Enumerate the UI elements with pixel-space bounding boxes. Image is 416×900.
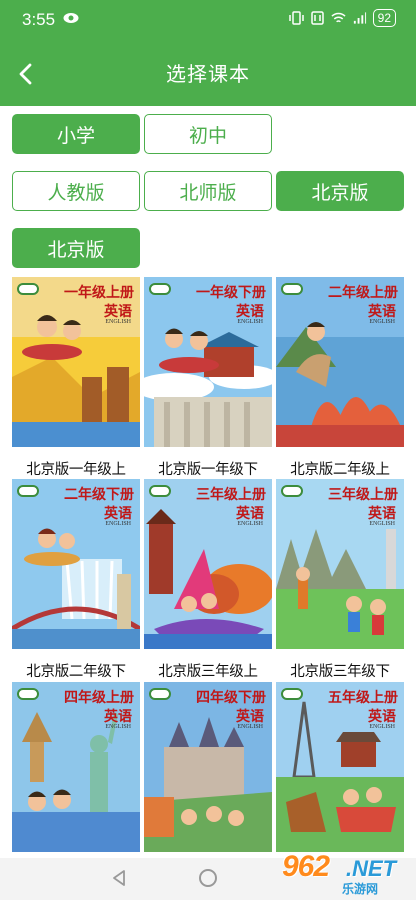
cover-subject: 英语 [236, 506, 264, 522]
book-card[interactable]: 三年级上册 英语 ENGLISH 北京版三年级上 [144, 479, 272, 681]
tab-edition-beijing[interactable]: 北京版 [276, 171, 404, 211]
cover-english: ENGLISH [237, 724, 263, 730]
publisher-logo [281, 283, 303, 295]
book-card[interactable]: 五年级上册 英语 ENGLISH [276, 682, 404, 852]
tab-primary-school[interactable]: 小学 [12, 114, 140, 154]
cover-subject: 英语 [368, 304, 396, 320]
book-label[interactable]: 北京版二年级上 [276, 458, 404, 479]
book-cover[interactable]: 五年级上册 英语 ENGLISH [276, 682, 404, 852]
page-title: 选择课本 [166, 62, 250, 86]
book-card[interactable]: 二年级上册 英语 ENGLISH 北京版二年级上 [276, 277, 404, 479]
cover-english: ENGLISH [105, 319, 131, 325]
cover-title: 一年级下册 [196, 285, 266, 301]
cover-title: 五年级上册 [328, 690, 398, 706]
cover-subject: 英语 [368, 709, 396, 725]
nav-home-icon[interactable] [199, 869, 217, 887]
book-card[interactable]: 一年级下册 英语 ENGLISH 北京版一年级下 [144, 277, 272, 479]
wifi-icon [331, 12, 346, 23]
book-card[interactable]: 一年级上册 英语 ENGLISH 北京版一年级上 [12, 277, 140, 479]
cover-title: 三年级上册 [328, 487, 398, 503]
cover-subject: 英语 [236, 709, 264, 725]
cover-english: ENGLISH [369, 521, 395, 527]
book-cover[interactable]: 一年级上册 英语 ENGLISH [12, 277, 140, 447]
watermark-net: .NET [346, 856, 397, 881]
cover-english: ENGLISH [237, 521, 263, 527]
publisher-logo [149, 283, 171, 295]
publisher-logo [17, 688, 39, 700]
cover-title: 二年级上册 [328, 285, 398, 301]
watermark-number: 962 [282, 850, 330, 883]
book-cover[interactable]: 三年级上册 英语 ENGLISH [144, 479, 272, 649]
status-icons: 92 [288, 9, 396, 27]
cover-subject: 英语 [368, 506, 396, 522]
battery-indicator: 92 [372, 9, 396, 27]
signal-icon [353, 12, 366, 24]
cover-title: 四年级上册 [64, 690, 134, 706]
book-label[interactable]: 北京版一年级下 [144, 458, 272, 479]
book-cover[interactable]: 一年级下册 英语 ENGLISH [144, 277, 272, 447]
cover-english: ENGLISH [105, 724, 131, 730]
book-cover[interactable]: 二年级上册 英语 ENGLISH [276, 277, 404, 447]
book-label[interactable]: 北京版二年级下 [12, 660, 140, 681]
main-content: 小学 初中 人教版 北师版 北京版 北京版 一年级上册 英语 ENGLISH 北… [0, 106, 416, 858]
publisher-logo [17, 485, 39, 497]
nfc-icon [310, 11, 324, 25]
sub-edition-beijing[interactable]: 北京版 [12, 228, 140, 268]
watermark-logo: 962 .NET 乐游网 [282, 850, 410, 898]
book-cover[interactable]: 四年级上册 英语 ENGLISH [12, 682, 140, 852]
cover-title: 四年级下册 [196, 690, 266, 706]
book-card[interactable]: 二年级下册 英语 ENGLISH 北京版二年级下 [12, 479, 140, 681]
book-card[interactable]: 四年级上册 英语 ENGLISH [12, 682, 140, 852]
cover-title: 二年级下册 [64, 487, 134, 503]
cover-subject: 英语 [104, 506, 132, 522]
tab-junior-high[interactable]: 初中 [144, 114, 272, 154]
book-label[interactable]: 北京版三年级上 [144, 660, 272, 681]
vibrate-icon [288, 11, 304, 25]
tab-edition-bnu[interactable]: 北师版 [144, 171, 272, 211]
cover-subject: 英语 [104, 304, 132, 320]
publisher-logo [17, 283, 39, 295]
app-header: 3:55 92 选择课本 [0, 0, 416, 106]
book-cover[interactable]: 四年级下册 英语 ENGLISH [144, 682, 272, 852]
publisher-logo [281, 485, 303, 497]
cover-title: 三年级上册 [196, 487, 266, 503]
book-card[interactable]: 四年级下册 英语 ENGLISH [144, 682, 272, 852]
publisher-logo [149, 688, 171, 700]
watermark-site: 乐游网 [342, 882, 379, 896]
book-label[interactable]: 北京版三年级下 [276, 660, 404, 681]
cover-english: ENGLISH [369, 724, 395, 730]
cover-english: ENGLISH [369, 319, 395, 325]
book-card[interactable]: 三年级上册 英语 ENGLISH 北京版三年级下 [276, 479, 404, 681]
cover-subject: 英语 [236, 304, 264, 320]
publisher-logo [149, 485, 171, 497]
cover-subject: 英语 [104, 709, 132, 725]
cover-english: ENGLISH [105, 521, 131, 527]
book-cover[interactable]: 二年级下册 英语 ENGLISH [12, 479, 140, 649]
status-time: 3:55 [22, 10, 56, 29]
status-bar: 3:55 92 [0, 0, 416, 40]
book-cover[interactable]: 三年级上册 英语 ENGLISH [276, 479, 404, 649]
cover-english: ENGLISH [237, 319, 263, 325]
book-label[interactable]: 北京版一年级上 [12, 458, 140, 479]
cover-title: 一年级上册 [64, 285, 134, 301]
eye-icon [63, 13, 79, 23]
publisher-logo [281, 688, 303, 700]
nav-back-icon[interactable] [111, 869, 127, 887]
tab-edition-pep[interactable]: 人教版 [12, 171, 140, 211]
